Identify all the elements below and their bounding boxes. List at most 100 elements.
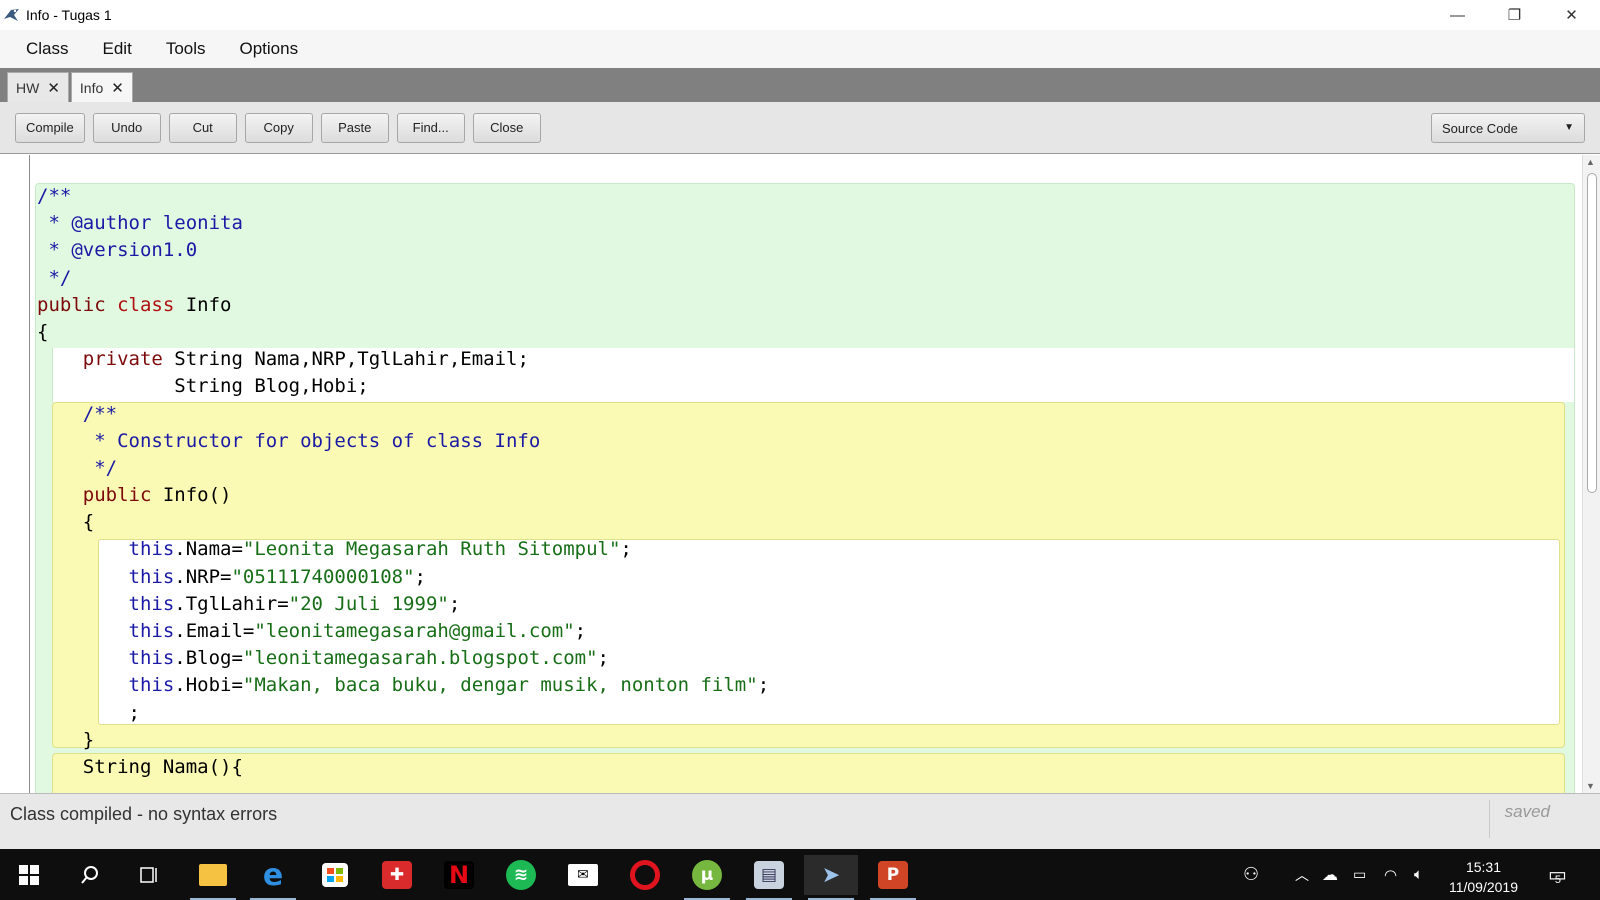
close-icon: ✕ bbox=[1565, 7, 1578, 24]
spotify-taskbar-button[interactable]: ≋ bbox=[494, 855, 548, 895]
bluej-app-icon bbox=[2, 6, 22, 24]
vertical-scrollbar[interactable]: ▲ ▼ bbox=[1582, 155, 1600, 793]
code-line[interactable]: /** bbox=[37, 401, 769, 428]
scroll-thumb[interactable] bbox=[1587, 173, 1597, 493]
tool-app-taskbar-button[interactable]: ▤ bbox=[742, 855, 796, 900]
menu-bar: Class Edit Tools Options bbox=[0, 30, 1600, 68]
windows-logo-icon bbox=[19, 865, 39, 885]
minimize-button[interactable]: — bbox=[1429, 0, 1486, 30]
opera-taskbar-button[interactable] bbox=[618, 855, 672, 895]
powerpoint-taskbar-button[interactable]: P bbox=[866, 855, 920, 900]
code-line[interactable]: } bbox=[37, 727, 769, 754]
code-line[interactable]: this.Blog="leonitamegasarah.blogspot.com… bbox=[37, 645, 769, 672]
code-line[interactable]: { bbox=[37, 509, 769, 536]
code-line[interactable]: this.Nama="Leonita Megasarah Ruth Sitomp… bbox=[37, 536, 769, 563]
show-hidden-icons-button[interactable]: ︿ bbox=[1295, 849, 1309, 900]
code-line[interactable]: * @author leonita bbox=[37, 210, 769, 237]
wifi-tray[interactable]: ◠ bbox=[1384, 849, 1397, 900]
tab-info[interactable]: Info ✕ bbox=[70, 72, 133, 102]
paste-button[interactable]: Paste bbox=[320, 112, 389, 143]
window-title: Info - Tugas 1 bbox=[26, 7, 112, 23]
find-button[interactable]: Find... bbox=[396, 112, 465, 143]
code-line[interactable]: * Constructor for objects of class Info bbox=[37, 428, 769, 455]
volume-tray[interactable]: 🔈︎ bbox=[1414, 849, 1423, 900]
close-tab-icon[interactable]: ✕ bbox=[111, 79, 124, 97]
undo-button[interactable]: Undo bbox=[92, 112, 161, 143]
code-line[interactable]: this.NRP="05111740000108"; bbox=[37, 564, 769, 591]
code-line[interactable]: ; bbox=[37, 700, 769, 727]
clock-date: 11/09/2019 bbox=[1448, 879, 1518, 895]
tab-hw[interactable]: HW ✕ bbox=[7, 72, 69, 102]
folder-icon bbox=[199, 864, 227, 886]
store-bag-icon bbox=[322, 863, 348, 887]
status-message: Class compiled - no syntax errors bbox=[10, 804, 278, 824]
code-line[interactable]: * @version1.0 bbox=[37, 237, 769, 264]
menu-options[interactable]: Options bbox=[228, 39, 311, 59]
compile-button[interactable]: Compile bbox=[15, 112, 85, 143]
code-line[interactable]: /** bbox=[37, 183, 769, 210]
saved-indicator: saved bbox=[1504, 802, 1550, 821]
code-line[interactable]: String Nama(){ bbox=[37, 754, 769, 781]
code-line[interactable]: this.TglLahir="20 Juli 1999"; bbox=[37, 591, 769, 618]
code-line[interactable]: String Blog,Hobi; bbox=[37, 373, 769, 400]
netflix-taskbar-button[interactable]: N bbox=[432, 855, 486, 895]
bluej-taskbar-button[interactable]: ➤ bbox=[804, 855, 858, 900]
battery-tray[interactable]: ▭ bbox=[1353, 849, 1366, 900]
menu-tools[interactable]: Tools bbox=[154, 39, 218, 59]
source-code[interactable]: /** * @author leonita * @version1.0 */pu… bbox=[37, 183, 769, 781]
status-bar: Class compiled - no syntax errors saved bbox=[0, 793, 1600, 849]
code-line[interactable]: private String Nama,NRP,TglLahir,Email; bbox=[37, 346, 769, 373]
code-line[interactable]: { bbox=[37, 319, 769, 346]
editor-toolbar: Compile Undo Cut Copy Paste Find... Clos… bbox=[0, 102, 1600, 154]
chevron-up-icon: ︿ bbox=[1295, 866, 1309, 883]
code-line[interactable]: */ bbox=[37, 455, 769, 482]
utorrent-taskbar-button[interactable]: µ bbox=[680, 855, 734, 900]
code-line[interactable]: public Info() bbox=[37, 482, 769, 509]
menu-class[interactable]: Class bbox=[14, 39, 81, 59]
action-center-button[interactable]: ▭ 5 bbox=[1548, 849, 1567, 900]
task-view-button[interactable] bbox=[122, 855, 176, 895]
code-line[interactable]: */ bbox=[37, 265, 769, 292]
copy-button[interactable]: Copy bbox=[244, 112, 313, 143]
restore-icon: ❐ bbox=[1507, 7, 1522, 24]
people-button[interactable]: ⚇ bbox=[1243, 849, 1259, 900]
close-window-button[interactable]: ✕ bbox=[1543, 0, 1600, 30]
minimize-icon: — bbox=[1450, 6, 1465, 24]
code-line[interactable]: this.Email="leonitamegasarah@gmail.com"; bbox=[37, 618, 769, 645]
search-button[interactable] bbox=[63, 855, 117, 895]
gift-icon: ✚ bbox=[382, 861, 412, 889]
bluej-bird-icon: ➤ bbox=[821, 862, 841, 888]
people-icon: ⚇ bbox=[1243, 864, 1260, 884]
file-explorer-taskbar-button[interactable] bbox=[186, 855, 240, 900]
code-line[interactable]: public class Info bbox=[37, 292, 769, 319]
scroll-up-icon[interactable]: ▲ bbox=[1586, 157, 1595, 167]
powerpoint-icon: P bbox=[878, 861, 908, 889]
netflix-icon: N bbox=[444, 861, 474, 889]
line-gutter[interactable] bbox=[0, 155, 30, 793]
edge-icon: e bbox=[262, 857, 284, 893]
opera-icon bbox=[630, 860, 660, 890]
mail-taskbar-button[interactable]: ✉ bbox=[556, 855, 610, 895]
mail-icon: ✉ bbox=[568, 864, 598, 886]
cut-button[interactable]: Cut bbox=[168, 112, 237, 143]
tab-label: HW bbox=[16, 79, 40, 96]
start-button[interactable] bbox=[2, 855, 56, 895]
gift-app-taskbar-button[interactable]: ✚ bbox=[370, 855, 424, 895]
close-button[interactable]: Close bbox=[472, 112, 541, 143]
edge-taskbar-button[interactable]: e bbox=[246, 855, 300, 900]
close-tab-icon[interactable]: ✕ bbox=[47, 79, 60, 97]
notification-count: 5 bbox=[1554, 873, 1562, 886]
code-editor[interactable]: /** * @author leonita * @version1.0 */pu… bbox=[0, 155, 1600, 793]
scroll-down-icon[interactable]: ▼ bbox=[1586, 781, 1595, 791]
clock[interactable]: 15:31 11/09/2019 bbox=[1449, 857, 1518, 897]
onedrive-tray[interactable]: ☁ bbox=[1322, 849, 1338, 900]
store-taskbar-button[interactable] bbox=[308, 855, 362, 895]
maximize-button[interactable]: ❐ bbox=[1486, 0, 1543, 30]
utorrent-icon: µ bbox=[692, 860, 722, 890]
view-mode-select[interactable]: Source Code ▼ bbox=[1431, 113, 1585, 143]
dropdown-arrow-icon: ▼ bbox=[1564, 122, 1574, 133]
task-view-icon bbox=[140, 867, 157, 883]
tab-bar: HW ✕ Info ✕ bbox=[0, 68, 1600, 102]
menu-edit[interactable]: Edit bbox=[91, 39, 144, 59]
code-line[interactable]: this.Hobi="Makan, baca buku, dengar musi… bbox=[37, 672, 770, 699]
